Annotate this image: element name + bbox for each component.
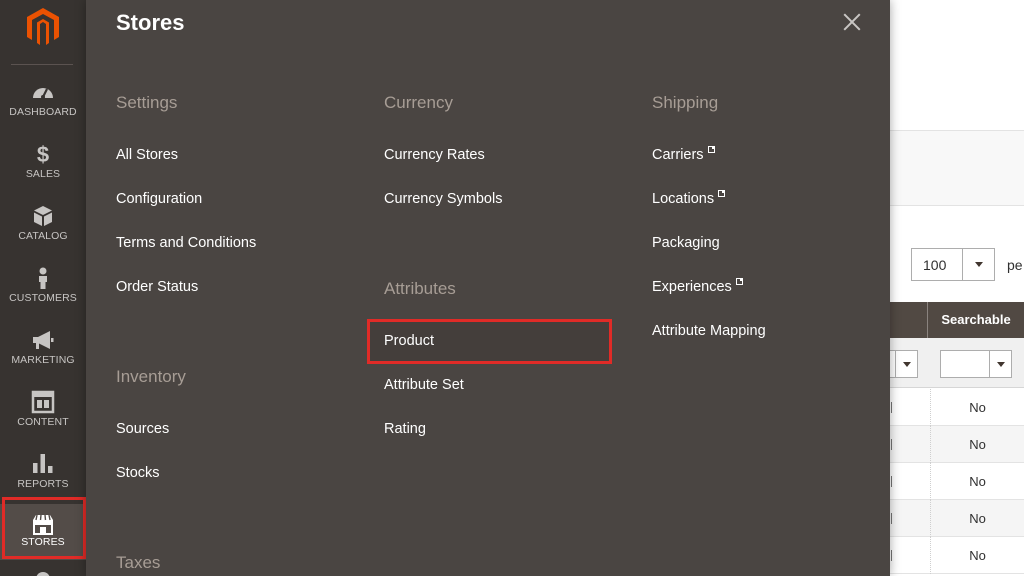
nav-item-label: SALES (25, 168, 61, 180)
per-page-label: pe (1007, 257, 1023, 273)
table-row: No (886, 389, 1024, 426)
cell-edge (891, 513, 892, 524)
table-row: No (886, 463, 1024, 500)
grid-header-cell[interactable] (886, 302, 928, 338)
nav-item-marketing[interactable]: MARKETING (0, 328, 86, 390)
menu-link-attribute-set[interactable]: Attribute Set (384, 377, 464, 393)
menu-link-terms-and-conditions[interactable]: Terms and Conditions (116, 235, 256, 251)
searchable-filter-select[interactable] (940, 350, 1012, 378)
chevron-down-icon[interactable] (962, 249, 994, 280)
nav-item-customers[interactable]: CUSTOMERS (0, 266, 86, 328)
searchable-cell: No (969, 437, 986, 452)
nav-item-content[interactable]: CONTENT (0, 390, 86, 452)
external-link-icon (707, 146, 715, 153)
menu-link-rating[interactable]: Rating (384, 421, 426, 437)
nav-item-label: DASHBOARD (9, 106, 77, 118)
filter-select[interactable] (886, 350, 918, 378)
menu-link-packaging[interactable]: Packaging (652, 235, 720, 251)
nav-item-catalog[interactable]: CATALOG (0, 204, 86, 266)
chevron-down-icon (895, 351, 917, 377)
cell-edge (891, 402, 892, 413)
searchable-cell: No (969, 400, 986, 415)
menu-link-sources[interactable]: Sources (116, 421, 169, 437)
admin-sidebar: DASHBOARD $ SALES CATALOG CUSTOMERS MARK… (0, 0, 86, 576)
menu-link-carriers[interactable]: Carriers (652, 146, 715, 163)
nav-item-sales[interactable]: $ SALES (0, 142, 86, 204)
close-icon[interactable] (840, 10, 864, 34)
nav-item-label: MARKETING (11, 354, 75, 366)
menu-link-label: Carriers (652, 147, 704, 163)
table-row: No (886, 426, 1024, 463)
menu-link-configuration[interactable]: Configuration (116, 191, 202, 207)
dollar-icon: $ (37, 142, 49, 166)
menu-link-all-stores[interactable]: All Stores (116, 147, 178, 163)
menu-link-label: Experiences (652, 279, 732, 295)
section-title-currency: Currency (384, 93, 453, 112)
column-header-searchable[interactable]: Searchable (928, 302, 1024, 338)
panel-title: Stores (116, 10, 185, 35)
nav-item-label: CUSTOMERS (9, 292, 77, 304)
magento-logo-icon[interactable] (22, 6, 64, 48)
menu-link-label: Locations (652, 191, 715, 207)
external-link-icon (718, 190, 726, 197)
toolbar-band (886, 130, 1024, 206)
menu-link-attribute-mapping[interactable]: Attribute Mapping (652, 323, 766, 339)
table-row: No (886, 537, 1024, 574)
section-title-settings: Settings (116, 93, 178, 112)
menu-link-stocks[interactable]: Stocks (116, 465, 160, 481)
dashboard-icon (33, 88, 53, 99)
section-title-attributes: Attributes (384, 279, 456, 298)
external-link-icon (735, 278, 743, 285)
nav-item-dashboard[interactable]: DASHBOARD (0, 80, 86, 142)
bar-chart-icon (33, 454, 53, 473)
nav-item-label: CONTENT (17, 416, 69, 428)
layout-icon (31, 390, 55, 414)
menu-link-locations[interactable]: Locations (652, 190, 726, 207)
table-row: No (886, 500, 1024, 537)
menu-link-currency-symbols[interactable]: Currency Symbols (384, 191, 502, 207)
cell-edge (891, 550, 892, 561)
svg-text:$: $ (37, 142, 49, 166)
section-title-inventory: Inventory (116, 367, 186, 386)
section-title-taxes: Taxes (116, 553, 161, 572)
stores-highlight-box (2, 497, 86, 559)
menu-link-order-status[interactable]: Order Status (116, 279, 198, 295)
chevron-down-icon (989, 351, 1011, 377)
megaphone-icon (33, 331, 54, 349)
gear-icon[interactable] (31, 569, 55, 576)
menu-link-experiences[interactable]: Experiences (652, 278, 743, 295)
section-title-shipping: Shipping (652, 93, 719, 112)
searchable-cell: No (969, 511, 986, 526)
nav-item-label: REPORTS (17, 478, 69, 490)
stores-menu-panel: Stores Settings All Stores Configuration… (86, 0, 890, 576)
nav-divider (11, 64, 73, 65)
cell-edge (891, 476, 892, 487)
menu-link-product[interactable]: Product (384, 333, 434, 349)
person-icon (39, 267, 47, 289)
nav-item-label: CATALOG (18, 230, 68, 242)
cell-edge (891, 439, 892, 450)
filter-row (886, 338, 1024, 388)
searchable-cell: No (969, 548, 986, 563)
menu-link-currency-rates[interactable]: Currency Rates (384, 147, 485, 163)
per-page-value: 100 (923, 257, 947, 273)
searchable-cell: No (969, 474, 986, 489)
grid-header: Searchable (886, 302, 1024, 338)
per-page-select[interactable]: 100 (911, 248, 995, 281)
cube-icon (34, 206, 52, 226)
